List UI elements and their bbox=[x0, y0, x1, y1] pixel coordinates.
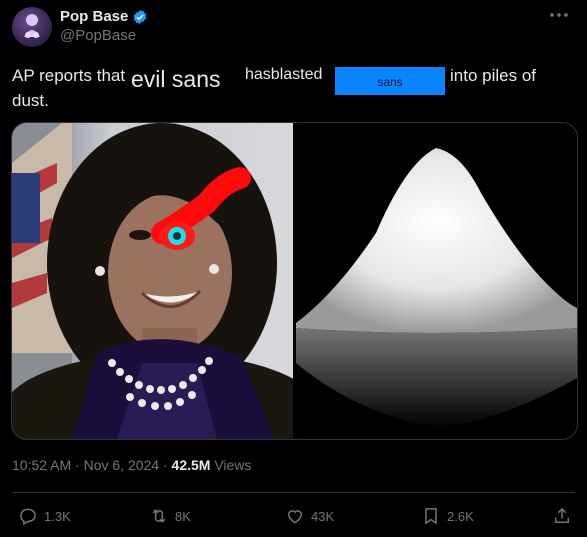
powder-photo[interactable] bbox=[296, 123, 577, 439]
bookmark-count: 2.6K bbox=[447, 508, 474, 524]
tweet-text-suffix: into piles of bbox=[450, 66, 536, 85]
tweet-text-prefix: AP reports that bbox=[12, 66, 126, 85]
portrait-photo[interactable] bbox=[12, 123, 293, 439]
tweet-meta: 10:52 AM · Nov 6, 2024 · 42.5M Views bbox=[12, 457, 251, 473]
like-count: 43K bbox=[311, 508, 335, 524]
reply-count: 1.3K bbox=[44, 508, 71, 524]
repost-icon bbox=[152, 509, 166, 523]
more-options-icon[interactable] bbox=[548, 6, 570, 24]
bookmark-button[interactable]: 2.6K bbox=[421, 506, 474, 526]
tweet-text-middle: hasblasted bbox=[245, 66, 323, 83]
pop-base-logo-icon bbox=[24, 14, 40, 38]
bookmark-icon bbox=[425, 508, 437, 525]
author-name[interactable]: Pop Base bbox=[60, 8, 128, 25]
avatar[interactable] bbox=[12, 7, 52, 47]
tweet-text-line2: dust. bbox=[12, 91, 49, 110]
actions-divider bbox=[12, 492, 575, 493]
reply-button[interactable]: 1.3K bbox=[18, 506, 71, 526]
repost-count: 8K bbox=[175, 508, 191, 524]
redaction-box: sans bbox=[335, 67, 445, 95]
reply-icon bbox=[20, 508, 36, 526]
tweet-text-highlight: evil sans bbox=[131, 66, 221, 92]
views-label: Views bbox=[210, 457, 252, 473]
share-icon bbox=[555, 507, 569, 523]
repost-button[interactable]: 8K bbox=[149, 506, 191, 526]
timestamp[interactable]: 10:52 AM · Nov 6, 2024 · bbox=[12, 457, 172, 473]
verified-badge-icon bbox=[133, 10, 147, 24]
author-handle[interactable]: @PopBase bbox=[60, 27, 136, 44]
like-button[interactable]: 43K bbox=[285, 506, 334, 526]
share-button[interactable] bbox=[552, 506, 578, 526]
views-count: 42.5M bbox=[171, 457, 211, 473]
tweet-media[interactable] bbox=[11, 122, 578, 440]
heart-icon bbox=[287, 510, 303, 524]
